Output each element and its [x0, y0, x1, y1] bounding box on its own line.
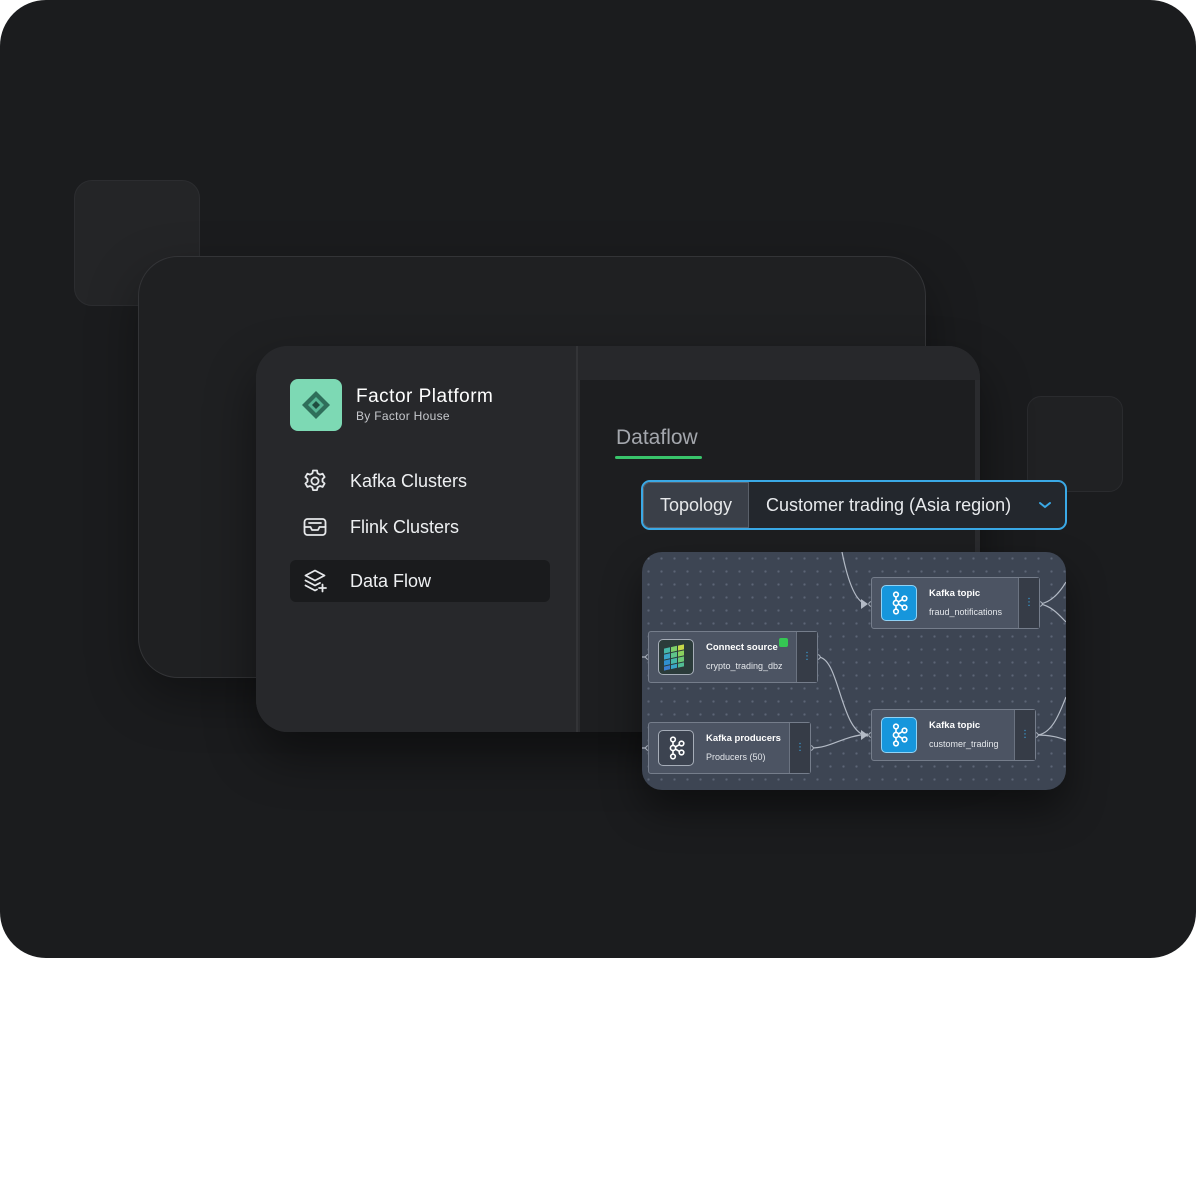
sidebar-item-kafka-clusters[interactable]: Kafka Clusters: [290, 460, 550, 502]
node-menu-icon[interactable]: ⋮: [1014, 710, 1035, 760]
active-tab-indicator: [615, 456, 702, 459]
main-header-bar: [578, 346, 980, 380]
sidebar-item-data-flow[interactable]: Data Flow: [290, 560, 550, 602]
sidebar: Factor Platform By Factor House Kafka Cl…: [256, 346, 578, 732]
topology-canvas[interactable]: Kafka topic fraud_notifications ⋮ Connec…: [642, 552, 1066, 790]
node-name-label: customer_trading: [929, 739, 999, 749]
topology-node-kafka-producers[interactable]: Kafka producers Producers (50) ⋮: [648, 722, 811, 774]
topology-selector[interactable]: Topology Customer trading (Asia region): [641, 480, 1067, 530]
node-menu-icon[interactable]: ⋮: [789, 723, 810, 773]
app-tagline: By Factor House: [356, 409, 450, 423]
layers-plus-icon: [302, 568, 328, 594]
sidebar-item-label: Data Flow: [350, 570, 432, 591]
node-menu-icon[interactable]: ⋮: [796, 632, 817, 682]
topology-node-customer-trading[interactable]: Kafka topic customer_trading ⋮: [871, 709, 1036, 761]
gear-icon: [302, 468, 328, 494]
sidebar-item-flink-clusters[interactable]: Flink Clusters: [290, 506, 550, 548]
node-name-label: fraud_notifications: [929, 607, 1003, 617]
topology-node-fraud-notifications[interactable]: Kafka topic fraud_notifications ⋮: [871, 577, 1040, 629]
app-name: Factor Platform: [356, 386, 494, 407]
factor-logo-icon: [290, 379, 342, 431]
topology-node-crypto-trading-dbz[interactable]: Connect source crypto_trading_dbz ⋮: [648, 631, 818, 683]
node-type-label: Kafka producers: [706, 733, 781, 744]
node-type-label: Kafka topic: [929, 588, 981, 599]
tab-dataflow[interactable]: Dataflow: [616, 426, 698, 450]
topology-selector-value: Customer trading (Asia region): [749, 482, 1025, 528]
sidebar-item-label: Kafka Clusters: [350, 470, 468, 491]
topology-selector-label: Topology: [643, 482, 749, 528]
node-name-label: Producers (50): [706, 752, 766, 762]
brand[interactable]: Factor Platform By Factor House: [290, 379, 493, 431]
chevron-down-icon[interactable]: [1025, 482, 1065, 528]
decorative-square-right: [1027, 396, 1123, 492]
connect-icon: [658, 639, 694, 675]
node-menu-icon[interactable]: ⋮: [1018, 578, 1039, 628]
kafka-icon: [881, 717, 917, 753]
node-name-label: crypto_trading_dbz: [706, 661, 783, 671]
status-running-indicator: [779, 638, 788, 647]
node-type-label: Kafka topic: [929, 720, 981, 731]
kafka-icon: [881, 585, 917, 621]
sidebar-item-label: Flink Clusters: [350, 516, 460, 537]
node-type-label: Connect source: [706, 642, 778, 653]
stage-background: Factor Platform By Factor House Kafka Cl…: [0, 0, 1196, 958]
inbox-tray-icon: [302, 514, 328, 540]
kafka-producer-icon: [658, 730, 694, 766]
